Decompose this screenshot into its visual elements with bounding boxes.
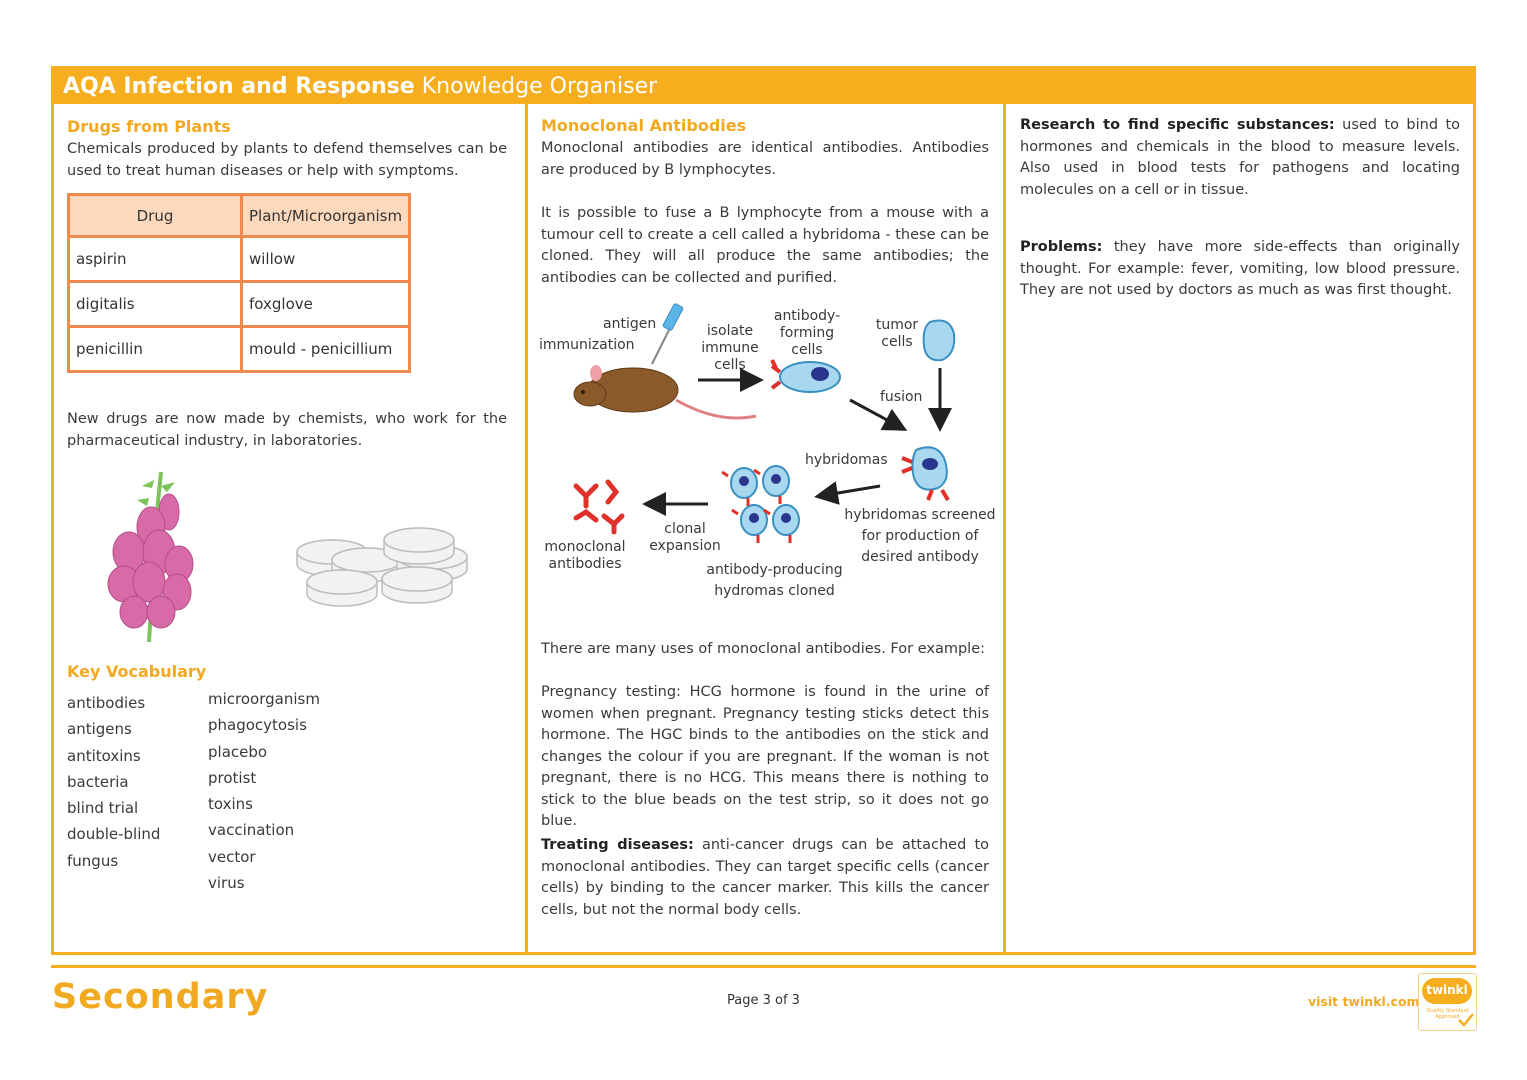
problems-label: Problems:: [1020, 239, 1103, 255]
vocab-item: vaccination: [208, 821, 295, 840]
arrow-screen: [814, 481, 881, 505]
drugs-table: Drug Plant/Microorganism aspirin willow …: [67, 193, 412, 373]
column-monoclonal-antibodies: Monoclonal Antibodies Monoclonal antibod…: [528, 104, 1006, 952]
vocab-item: toxins: [208, 795, 253, 814]
vocab-item: antitoxins: [67, 746, 141, 765]
table-header-drug: Drug: [67, 193, 243, 238]
column-drugs-from-plants: Drugs from Plants Chemicals produced by …: [54, 104, 528, 952]
vocab-item: protist: [208, 768, 257, 787]
diagram-graphics: [573, 303, 956, 543]
vocab-item: fungus: [67, 851, 119, 870]
b-cell-icon: [770, 359, 841, 393]
twinkl-logo-icon: twinkl: [1422, 978, 1472, 1004]
tumor-cell-icon: [922, 319, 956, 362]
table-row: penicillin mould - penicillium: [67, 325, 412, 373]
drugs-intro: Chemicals produced by plants to defend t…: [67, 141, 507, 179]
checkmark-icon: [1458, 1013, 1474, 1027]
vocab-item: blind trial: [67, 799, 139, 818]
syringe-icon: [651, 303, 684, 365]
vocab-item: vector: [208, 847, 256, 866]
foxglove-image: [107, 471, 194, 643]
vocab-item: phagocytosis: [208, 716, 307, 735]
visit-link[interactable]: visit twinkl.com: [1308, 994, 1420, 1009]
table-row: digitalis foxglove: [67, 280, 412, 328]
footer-divider: [51, 965, 1476, 968]
pregnancy-testing-text: Pregnancy testing: HCG hormone is found …: [541, 684, 989, 829]
table-row: aspirin willow: [67, 235, 412, 283]
table-cell: mould - penicillium: [239, 325, 412, 373]
title-light: Knowledge Organiser: [421, 74, 658, 99]
table-header-row: Drug Plant/Microorganism: [67, 193, 412, 238]
drugs-from-plants-heading: Drugs from Plants: [67, 117, 231, 136]
vocab-item: double-blind: [67, 825, 161, 844]
column-uses: Research to find specific substances: us…: [1006, 104, 1473, 952]
cloned-cells-icon: [730, 465, 800, 536]
page-title: AQA Infection and Response Knowledge Org…: [54, 69, 1473, 104]
arrow-fusion: [849, 398, 908, 431]
vocab-item: bacteria: [67, 772, 129, 791]
antibodies-icon: [573, 479, 625, 535]
table-cell: foxglove: [239, 280, 412, 328]
table-cell: willow: [239, 235, 412, 283]
mouse-icon: [573, 365, 757, 420]
new-drugs-text: New drugs are now made by chemists, who …: [67, 411, 507, 449]
research-text: Research to find specific substances: us…: [1020, 115, 1460, 201]
vocab-column-2: microorganism phagocytosis placebo proti…: [208, 686, 320, 896]
vocab-item: placebo: [208, 742, 268, 761]
vocab-item: microorganism: [208, 690, 320, 708]
vocab-item: antibodies: [67, 694, 146, 712]
knowledge-organiser-frame: AQA Infection and Response Knowledge Org…: [51, 66, 1476, 955]
key-vocabulary-heading: Key Vocabulary: [67, 662, 207, 681]
brand-logo: Secondary: [52, 977, 269, 1017]
tablets-image: [296, 527, 468, 607]
table-header-plant: Plant/Microorganism: [239, 193, 412, 238]
research-label: Research to find specific substances:: [1020, 117, 1335, 133]
page-number: Page 3 of 3: [727, 993, 800, 1008]
title-bold: AQA Infection and Response: [63, 74, 415, 99]
quality-badge: twinkl Quality Standard Approved: [1418, 973, 1477, 1031]
problems-text: Problems: they have more side-effects th…: [1020, 237, 1460, 302]
table-cell: aspirin: [67, 235, 243, 283]
treating-diseases-text: Treating diseases: anti-cancer drugs can…: [541, 835, 989, 921]
hybridoma-cell-icon: [901, 446, 950, 502]
table-cell: digitalis: [67, 280, 243, 328]
vocab-item: antigens: [67, 720, 132, 739]
uses-intro: There are many uses of monoclonal antibo…: [541, 641, 985, 657]
treating-label: Treating diseases:: [541, 837, 694, 853]
vocab-item: virus: [208, 874, 245, 893]
table-cell: penicillin: [67, 325, 243, 373]
vocab-column-1: antibodies antigens antitoxins bacteria …: [67, 690, 160, 874]
